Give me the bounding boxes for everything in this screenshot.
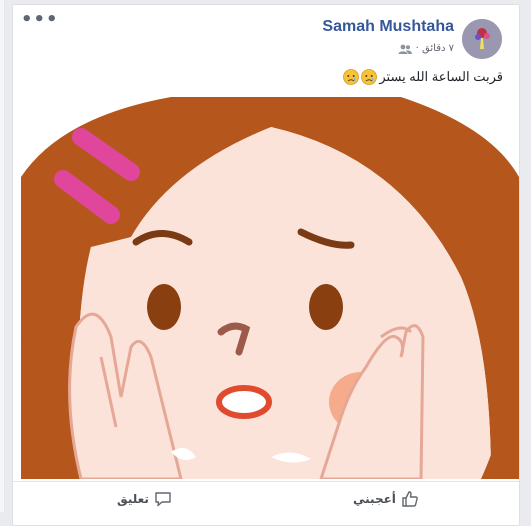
thumbs-up-icon xyxy=(402,491,418,507)
post-meta: ٧ دقائق · xyxy=(398,43,454,54)
like-label: أعجبني xyxy=(353,492,396,506)
sad-face-icon xyxy=(361,69,378,85)
comment-label: تعليق xyxy=(117,492,149,506)
author-name-link[interactable]: Samah Mushtaha xyxy=(322,18,454,36)
post-body: قربت الساعة الله يستر xyxy=(379,69,503,84)
post-actions-bar: أعجبني تعليق xyxy=(13,481,519,522)
page-edge xyxy=(0,0,5,512)
avatar[interactable] xyxy=(462,19,502,59)
worried-girl-illustration xyxy=(21,97,519,479)
avatar-image-icon xyxy=(462,19,502,59)
comment-button[interactable]: تعليق xyxy=(117,490,172,508)
post-photo[interactable] xyxy=(21,97,519,479)
like-button[interactable]: أعجبني xyxy=(353,490,419,508)
friends-icon[interactable] xyxy=(398,44,412,54)
post-timestamp[interactable]: ٧ دقائق · xyxy=(416,43,454,54)
post-text: قربت الساعة الله يستر xyxy=(343,69,503,85)
sad-face-icon xyxy=(343,69,360,85)
post-options-icon[interactable]: ••• xyxy=(21,11,58,33)
comment-bubble-icon xyxy=(155,492,171,507)
post-card: ••• Samah Mushtaha ٧ دقائق · قربت الساعة… xyxy=(12,4,520,526)
